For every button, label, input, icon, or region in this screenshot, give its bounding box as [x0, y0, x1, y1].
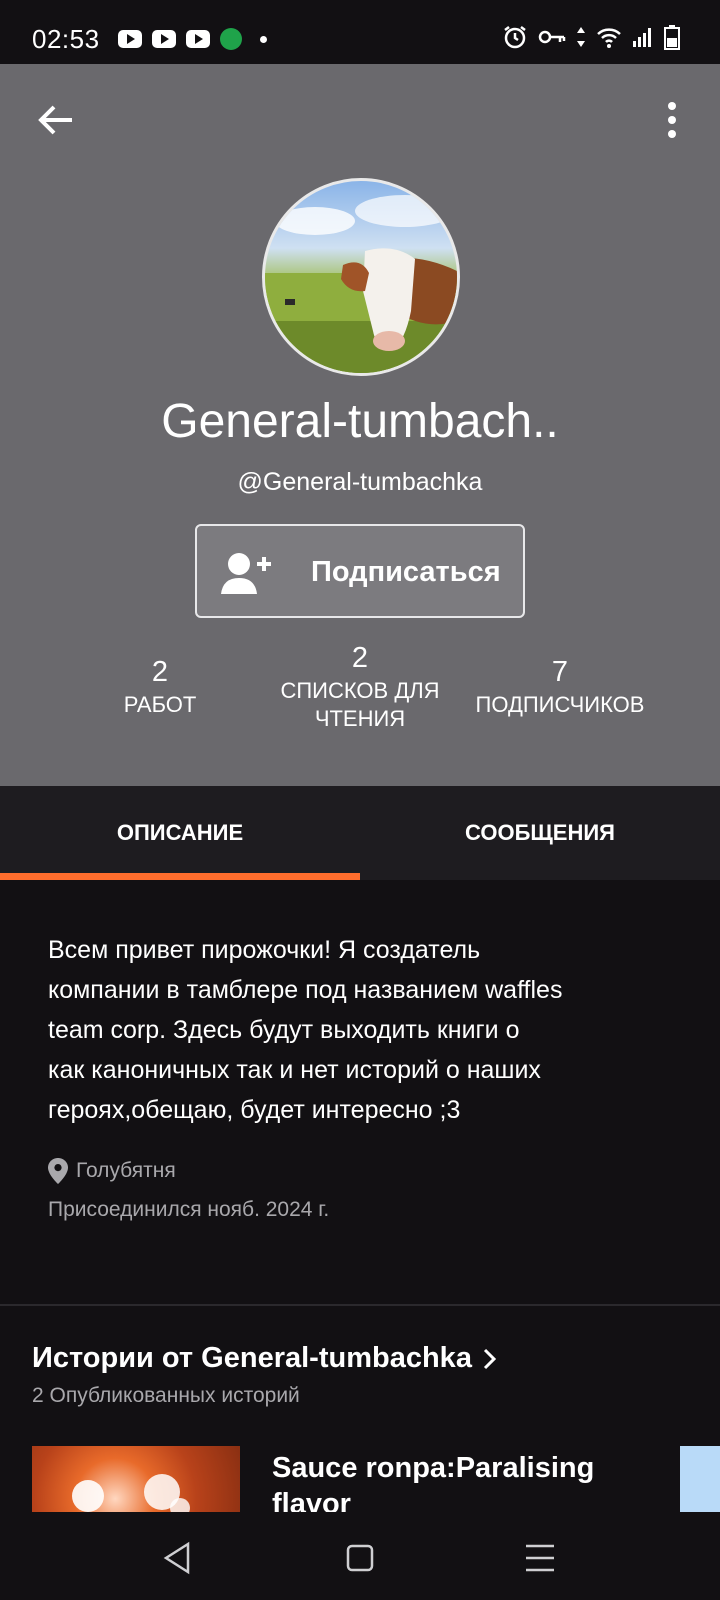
stat-reading-lists-value: 2 — [351, 642, 369, 674]
stat-followers[interactable]: 7 ПОДПИСЧИКОВ — [460, 656, 660, 719]
youtube-icon — [118, 30, 142, 48]
avatar-image — [265, 195, 457, 373]
add-user-icon — [221, 553, 271, 594]
username: @General-tumbachka — [237, 468, 483, 496]
nav-back-icon[interactable] — [158, 1540, 198, 1576]
follow-button-label: Подписаться — [311, 556, 501, 588]
alarm-icon — [504, 26, 526, 49]
tab-description[interactable]: ОПИСАНИЕ — [0, 786, 360, 880]
back-arrow-icon[interactable] — [36, 100, 76, 140]
location: Голубятня — [48, 1158, 176, 1184]
profile-description: Всем привет пирожочки! Я создатель компа… — [48, 930, 668, 1130]
stat-followers-label: ПОДПИСЧИКОВ — [475, 692, 645, 717]
status-bar: 02:53 — [0, 0, 720, 64]
story-title-line: Sauce ronpa:Paralising — [272, 1452, 595, 1484]
stat-followers-value: 7 — [551, 656, 569, 688]
stat-reading-lists-label-line1: СПИСКОВ ДЛЯ — [280, 678, 440, 703]
follow-button[interactable]: Подписаться — [195, 524, 525, 618]
wifi-icon — [597, 28, 621, 48]
tab-messages[interactable]: СООБЩЕНИЯ — [360, 786, 720, 880]
dot-icon — [260, 35, 267, 43]
stat-works-value: 2 — [151, 656, 169, 688]
profile-screen: 02:53 General-tumbach.. @General-tumbach… — [0, 0, 720, 1600]
youtube-icon — [186, 30, 210, 48]
stories-title: Истории от General-tumbachka — [32, 1342, 472, 1374]
stat-reading-lists[interactable]: 2 СПИСКОВ ДЛЯ ЧТЕНИЯ — [265, 642, 455, 733]
joined-date: Присоединился нояб. 2024 г. — [48, 1198, 330, 1221]
stories-section-header[interactable]: Истории от General-tumbachka — [32, 1342, 498, 1375]
avatar[interactable] — [262, 178, 460, 376]
nav-recents-icon[interactable] — [520, 1540, 560, 1576]
stat-works-label: РАБОТ — [123, 692, 197, 717]
app-notification-icon — [220, 28, 242, 50]
system-navigation-bar — [0, 1512, 720, 1600]
next-story-cover[interactable] — [680, 1446, 720, 1512]
description-line: героях,обещаю, будет интересно ;3 — [48, 1096, 461, 1124]
description-line: компании в тамблере под названием waffle… — [48, 976, 563, 1004]
chevron-right-icon — [483, 1348, 497, 1369]
youtube-icon — [152, 30, 176, 48]
signal-icon — [633, 28, 651, 47]
description-line: как каноничных так и нет историй о наших — [48, 1056, 541, 1084]
status-time: 02:53 — [32, 24, 100, 54]
story-cover-image[interactable] — [32, 1446, 240, 1512]
profile-header: General-tumbach.. @General-tumbachka Под… — [0, 64, 720, 786]
description-line: team corp. Здесь будут выходить книги о — [48, 1016, 520, 1044]
profile-tabs: ОПИСАНИЕ СООБЩЕНИЯ — [0, 786, 720, 880]
stat-reading-lists-label-line2: ЧТЕНИЯ — [314, 706, 406, 731]
location-pin-icon — [48, 1158, 68, 1184]
active-tab-indicator — [0, 873, 360, 880]
system-icons — [502, 24, 680, 50]
key-icon — [538, 30, 566, 44]
description-line: Всем привет пирожочки! Я создатель — [48, 936, 481, 964]
stat-works[interactable]: 2 РАБОТ — [100, 656, 220, 719]
battery-icon — [664, 25, 680, 50]
notification-icons — [118, 28, 267, 50]
location-text: Голубятня — [76, 1159, 176, 1182]
data-arrows-icon — [577, 27, 585, 47]
section-divider — [0, 1304, 720, 1306]
more-options-icon[interactable] — [660, 100, 684, 140]
stories-count: 2 Опубликованных историй — [32, 1384, 300, 1407]
story-cover-art — [72, 1474, 190, 1512]
nav-home-icon[interactable] — [340, 1540, 380, 1576]
display-name: General-tumbach.. — [161, 395, 559, 448]
